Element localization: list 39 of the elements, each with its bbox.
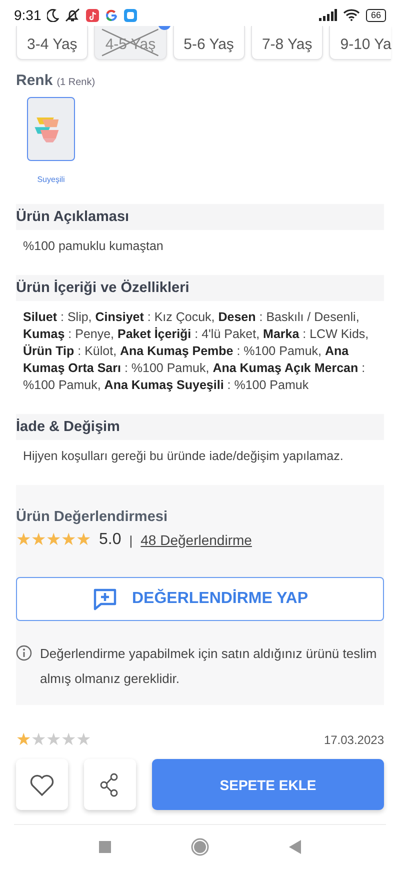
size-option[interactable]: 3-4 Yaş — [16, 26, 88, 60]
section-heading: Ürün İçeriği ve Özellikleri — [16, 275, 384, 301]
heart-icon — [29, 772, 55, 796]
chat-app-icon — [124, 8, 138, 22]
rating-score: 5.0 — [99, 531, 122, 549]
back-icon[interactable] — [289, 840, 301, 854]
clock-time: 9:31 — [14, 7, 42, 23]
section-text: Siluet : Slip, Cinsiyet : Kız Çocuk, Desen : Baskılı / Desenli, Kumaş : Penye, Paket İçeriği : 4'lü Paket, Marka : LCW Kids, Ürün Tip : Külot, Ana Kumaş Pembe : %100 Pamuk, Ana Kumaş Orta Sarı : %100 Pamuk, Ana Kumaş Açık Mercan : %100 Pamuk, Ana Kumaş Suyeşili : %100 Pamuk — [22, 309, 370, 394]
muted-bell-icon — [65, 8, 80, 22]
google-icon — [105, 8, 118, 22]
share-button[interactable] — [84, 759, 136, 810]
size-option[interactable]: 9-10 Ya — [329, 26, 392, 60]
separator: | — [129, 532, 133, 548]
app-icon — [86, 8, 100, 22]
review-count-link[interactable]: 48 Değerlendirme — [140, 532, 252, 548]
section-text: Hijyen koşulları gereği bu üründe iade/değişim yapılamaz. — [22, 448, 344, 465]
wifi-icon — [342, 9, 360, 21]
info-text: Değerlendirme yapabilmek için satın aldığınız ürünü teslim almış olmanız gereklidir. — [40, 645, 378, 688]
signal-icon — [318, 9, 337, 21]
moon-icon — [47, 8, 60, 22]
section-text: %100 pamuklu kumaştan — [22, 238, 164, 255]
battery-level: 66 — [366, 8, 386, 22]
color-heading: Renk — [16, 72, 53, 89]
size-option[interactable]: 5-6 Yaş — [172, 26, 245, 60]
star-rating: ★★★★★ — [16, 731, 91, 749]
section-heading: İade & Değişim — [16, 414, 384, 440]
favorite-button[interactable] — [16, 759, 68, 810]
add-to-cart-button[interactable]: SEPETE EKLE — [152, 759, 384, 810]
star-rating: ★★★★★ — [16, 531, 91, 549]
home-icon[interactable] — [191, 838, 209, 856]
add-comment-icon — [92, 587, 118, 611]
review-date: 17.03.2023 — [324, 733, 384, 747]
section-heading: Ürün Açıklaması — [16, 204, 384, 230]
write-review-button[interactable]: DEĞERLENDİRME YAP — [16, 577, 384, 621]
color-count: (1 Renk) — [56, 77, 96, 88]
review-heading: Ürün Değerlendirmesi — [16, 509, 168, 525]
info-icon — [16, 645, 32, 661]
size-option[interactable]: 7-8 Yaş — [250, 26, 324, 60]
color-label: Suyeşili — [37, 175, 65, 184]
